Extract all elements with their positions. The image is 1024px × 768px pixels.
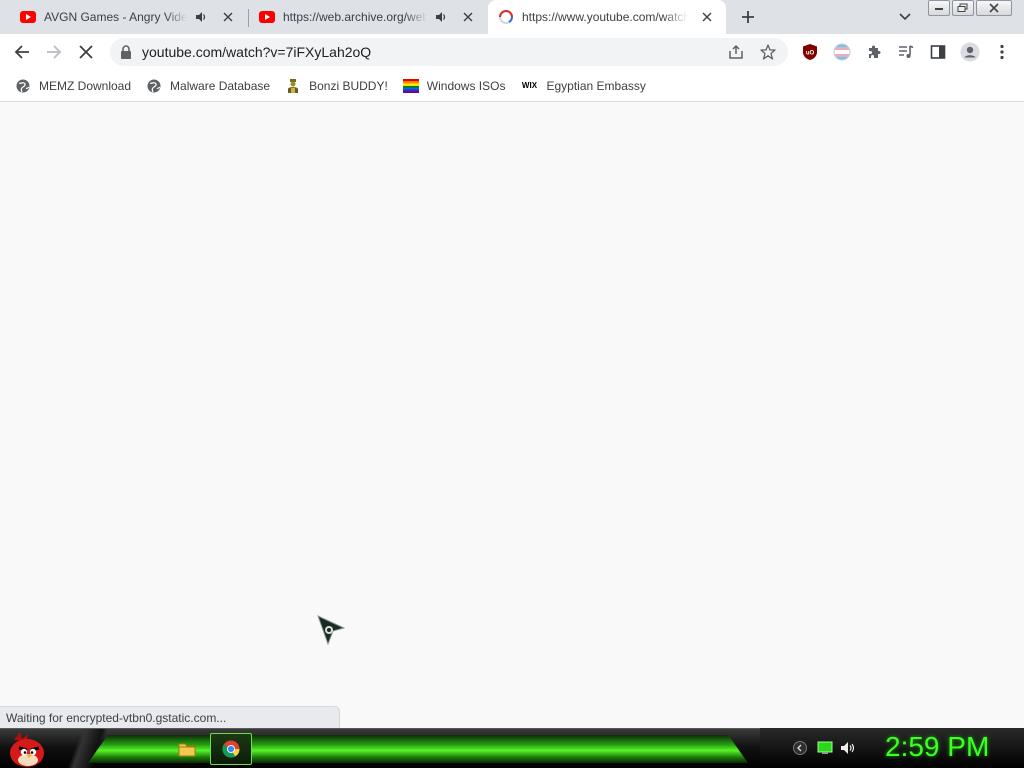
bookmark-star-icon[interactable] [758,42,778,62]
tab-title: AVGN Games - Angry Video [44,10,187,24]
back-button[interactable] [8,38,36,66]
network-monitor-icon[interactable] [817,740,833,756]
bookmark-memz-download[interactable]: MEMZ Download [8,73,139,99]
close-icon [79,45,93,59]
volume-icon[interactable] [840,740,856,756]
tab-strip: AVGN Games - Angry Video https://web.arc… [0,0,1024,34]
chrome-icon[interactable] [210,733,252,765]
lock-icon[interactable] [120,45,132,59]
bookmarks-bar: MEMZ Download Malware Database Bonzi BUD… [0,70,1024,102]
tab-search-chevron-down-icon[interactable] [894,7,916,27]
share-icon[interactable] [726,43,746,61]
tab-avgn-games[interactable]: AVGN Games - Angry Video [0,0,247,34]
globe-icon [146,78,162,94]
address-bar-url[interactable]: youtube.com/watch?v=7iFXyLah2oQ [142,44,371,60]
profile-avatar-icon[interactable] [956,38,984,66]
bookmark-egyptian-embassy[interactable]: WIX Egyptian Embassy [513,73,653,99]
browser-toolbar: youtube.com/watch?v=7iFXyLah2oQ uO [0,34,1024,70]
start-button-angry-bird-icon[interactable] [6,730,48,768]
address-bar[interactable]: youtube.com/watch?v=7iFXyLah2oQ [110,38,788,66]
bookmark-malware-database[interactable]: Malware Database [139,73,278,99]
taskbar-clock[interactable]: 2:59 PM [885,731,989,763]
new-tab-button[interactable] [736,6,760,28]
status-bubble: Waiting for encrypted-vtbn0.gstatic.com.… [0,706,340,728]
media-controls-icon[interactable] [892,38,920,66]
custom-mouse-cursor-icon [317,615,346,646]
ublock-origin-icon[interactable]: uO [796,38,824,66]
kebab-menu-icon[interactable] [988,38,1016,66]
minimize-button[interactable] [928,0,950,16]
arrow-left-icon [14,45,29,59]
speaker-icon[interactable] [193,9,209,25]
svg-text:uO: uO [806,51,815,57]
stop-loading-button[interactable] [72,38,100,66]
bookmark-windows-isos[interactable]: Windows ISOs [396,73,514,99]
extensions-puzzle-icon[interactable] [860,38,888,66]
loading-spinner-icon [498,9,514,25]
tab-web-archive[interactable]: https://web.archive.org/web/ [249,0,487,34]
close-tab-icon[interactable] [459,8,477,26]
globe-icon [15,78,31,94]
side-panel-icon[interactable] [924,38,952,66]
bookmark-label: Bonzi BUDDY! [309,78,388,93]
close-window-button[interactable] [976,0,1012,16]
file-explorer-icon[interactable] [174,733,200,765]
speaker-icon[interactable] [433,9,449,25]
arrow-right-icon [47,45,62,59]
youtube-icon [259,9,275,25]
restore-button[interactable] [952,0,974,16]
forward-button[interactable] [40,38,68,66]
tab-youtube-watch-active[interactable]: https://www.youtube.com/watch [488,0,726,34]
bookmark-bonzi-buddy[interactable]: Bonzi BUDDY! [278,73,396,99]
close-tab-icon[interactable] [219,8,237,26]
bonzi-icon [285,78,301,94]
bookmark-label: Windows ISOs [426,78,506,93]
youtube-icon [20,9,36,25]
tab-title: https://www.youtube.com/watch [522,10,688,24]
bookmark-label: MEMZ Download [39,78,132,93]
page-content-blank[interactable] [0,103,1024,728]
rainbow-flag-icon [402,78,419,94]
bookmark-label: Egyptian Embassy [546,78,646,93]
tab-title: https://web.archive.org/web/ [283,10,427,24]
trans-flag-extension-icon[interactable] [828,38,856,66]
show-hidden-icons-chevron-icon[interactable] [792,740,808,756]
bookmark-label: Malware Database [170,78,271,93]
close-tab-icon[interactable] [698,8,716,26]
window-controls [928,0,1014,16]
wix-icon: WIX [521,81,538,90]
